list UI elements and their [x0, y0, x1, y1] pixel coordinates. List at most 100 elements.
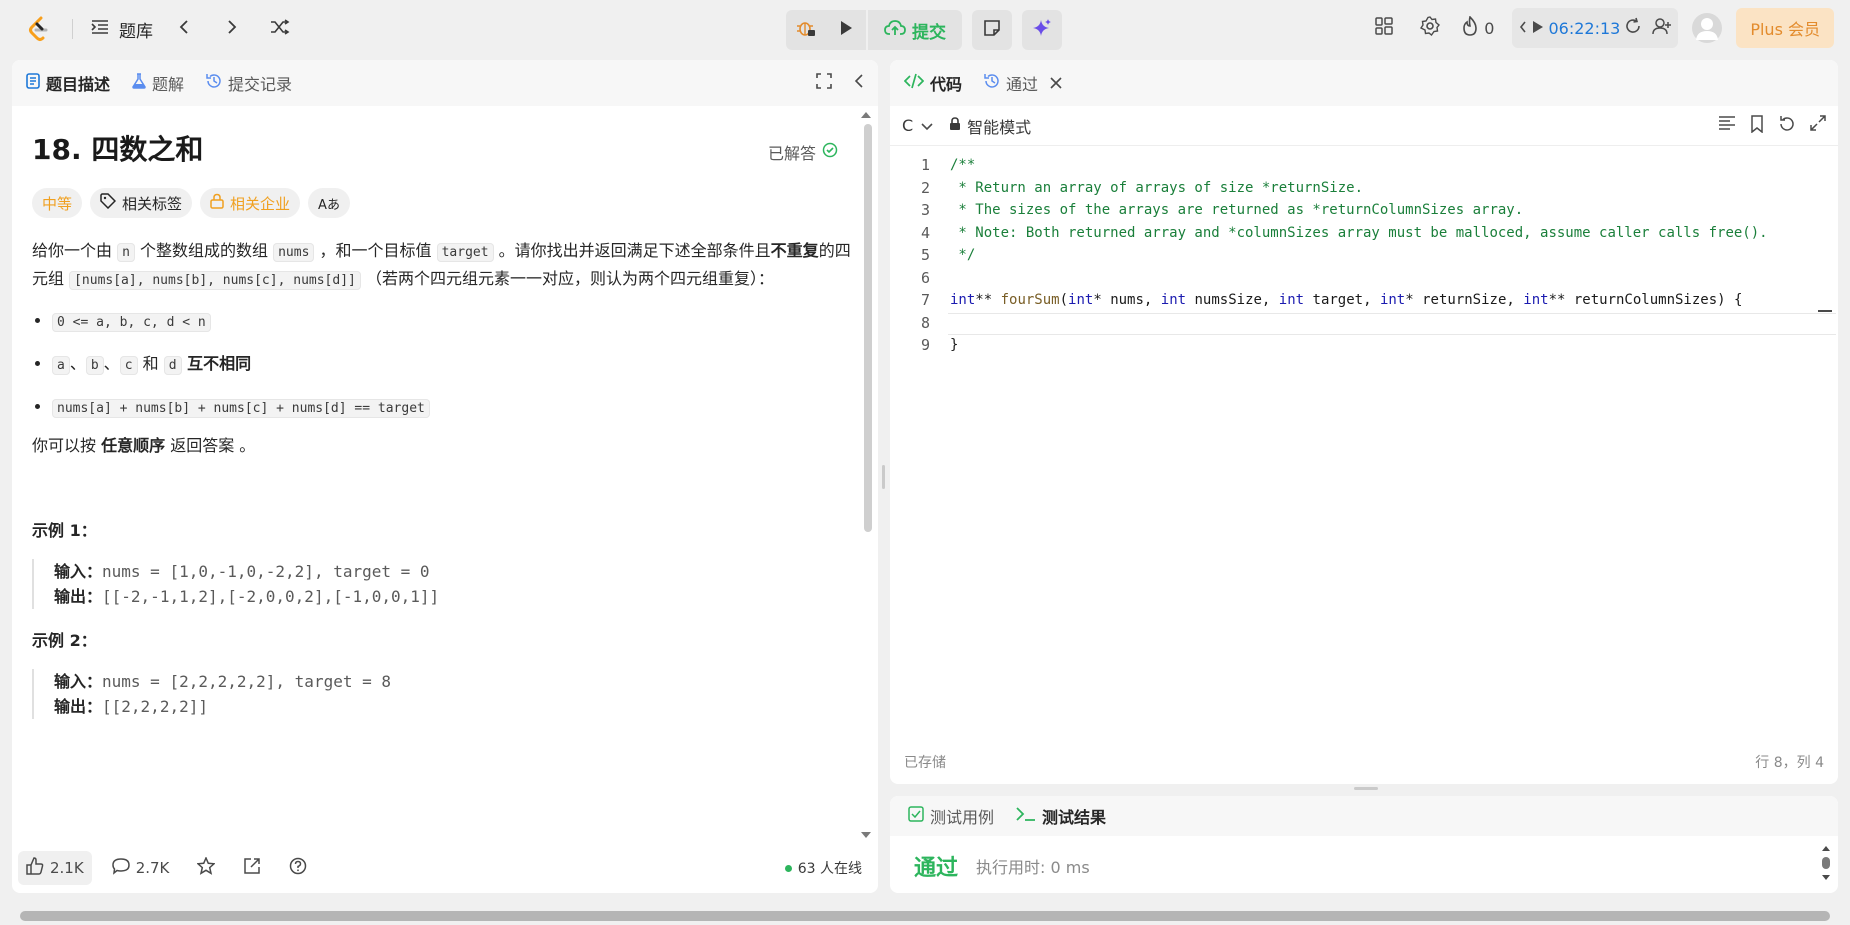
terminal-icon	[1016, 806, 1036, 826]
tab-test-results[interactable]: 测试结果	[1016, 804, 1106, 828]
notes-button[interactable]	[972, 10, 1012, 50]
related-tags-button[interactable]: 相关标签	[90, 188, 193, 218]
desc-text: （若两个四元组元素一一对应，则认为两个四元组重复）：	[360, 269, 774, 288]
prev-problem-button[interactable]	[167, 12, 201, 46]
cursor-position: 行 8，列 4	[1755, 755, 1824, 771]
code-token: * returnSize,	[1405, 292, 1524, 308]
translate-icon: Aあ	[318, 197, 340, 213]
desc-text: ，和一个目标值	[314, 241, 437, 260]
related-companies-button[interactable]: 相关企业	[200, 188, 301, 218]
inline-code: n	[117, 243, 135, 262]
ai-group	[1022, 10, 1062, 50]
code-line[interactable]: * Note: Both returned array and *columnS…	[950, 222, 1767, 245]
reset-code-icon[interactable]	[1778, 115, 1796, 137]
ai-assistant-button[interactable]	[1022, 10, 1062, 50]
random-problem-button[interactable]	[263, 12, 297, 46]
plus-membership-button[interactable]: Plus 会员	[1736, 8, 1834, 48]
smart-mode-label: 智能模式	[967, 117, 1032, 137]
inline-code: a	[52, 356, 70, 375]
example-output-row: 输出：[[-2,-1,1,2],[-2,0,0,2],[-1,0,0,1]]	[54, 584, 858, 609]
top-bar-center: 提交	[786, 10, 1062, 50]
results-scrollbar[interactable]	[1822, 846, 1830, 886]
scroll-down-arrow[interactable]	[1822, 875, 1830, 880]
streak-button[interactable]: 0	[1456, 8, 1500, 48]
description-scrollbar[interactable]	[864, 124, 872, 532]
next-problem-button[interactable]	[215, 12, 249, 46]
example-output-row: 输出：[[2,2,2,2]]	[54, 694, 858, 719]
fullscreen-icon[interactable]	[816, 73, 832, 93]
collapse-panel-icon[interactable]	[854, 73, 864, 93]
chevron-left-icon	[178, 19, 190, 39]
add-friend-icon[interactable]	[1652, 17, 1672, 39]
tab-accepted[interactable]: 通过	[984, 71, 1062, 95]
translate-toggle-button[interactable]: Aあ	[308, 188, 350, 218]
expand-icon[interactable]	[1810, 114, 1826, 137]
chevron-right-icon	[226, 19, 238, 39]
share-button[interactable]	[235, 851, 269, 885]
example-input-row: 输入：nums = [1,0,-1,0,-2,2], target = 0	[54, 559, 858, 584]
share-icon	[243, 857, 261, 879]
tab-solutions[interactable]: 题解	[132, 71, 184, 95]
run-button[interactable]	[826, 10, 866, 50]
tab-submissions[interactable]: 提交记录	[206, 71, 292, 95]
horizontal-scrollbar[interactable]	[20, 911, 1830, 921]
code-line[interactable]	[950, 267, 1768, 290]
line-number: 8	[920, 313, 930, 332]
settings-button[interactable]	[1410, 8, 1450, 48]
submit-button[interactable]: 提交	[866, 10, 962, 50]
vertical-splitter[interactable]	[882, 465, 885, 489]
problem-title[interactable]: 18. 四数之和	[32, 128, 858, 168]
minimap-marker	[1818, 310, 1832, 312]
problem-list-button[interactable]: 题库	[91, 12, 153, 46]
help-button[interactable]	[281, 851, 315, 885]
tab-code[interactable]: 代码	[903, 71, 962, 95]
code-line[interactable]: */	[950, 244, 1768, 267]
smart-mode-toggle[interactable]: 智能模式	[949, 114, 1031, 138]
tag-icon	[100, 193, 117, 213]
layout-grid-icon	[1375, 17, 1394, 39]
avatar[interactable]	[1692, 13, 1723, 43]
notes-group	[972, 10, 1012, 50]
code-line[interactable]	[950, 312, 1768, 335]
code-line[interactable]: }	[950, 334, 1768, 357]
code-line[interactable]: int** fourSum(int* nums, int numsSize, i…	[950, 289, 1768, 312]
code-token: int	[950, 292, 976, 308]
scroll-down-arrow[interactable]	[861, 832, 871, 838]
divider	[72, 19, 73, 39]
close-icon[interactable]	[1050, 74, 1062, 93]
star-icon	[196, 856, 217, 879]
desc-text: 。请你找出并返回满足下述全部条件且	[493, 241, 771, 260]
test-panel-tabs: 测试用例 测试结果	[890, 796, 1838, 836]
language-select[interactable]: C	[902, 116, 933, 135]
scroll-up-arrow[interactable]	[1822, 846, 1830, 851]
timer-collapse-button[interactable]	[1518, 19, 1528, 38]
tab-description[interactable]: 题目描述	[26, 71, 110, 95]
favorite-button[interactable]	[189, 851, 223, 885]
tab-testcases[interactable]: 测试用例	[908, 804, 994, 828]
shuffle-icon	[270, 19, 290, 39]
timer-reset-icon[interactable]	[1624, 17, 1642, 39]
timer-pause-icon[interactable]	[1532, 19, 1544, 38]
leetcode-logo-icon[interactable]	[24, 12, 54, 46]
scroll-thumb[interactable]	[1822, 857, 1830, 869]
debug-button[interactable]	[786, 10, 826, 50]
flame-icon	[1462, 15, 1478, 40]
timer-group: 06:22:13	[1512, 8, 1679, 48]
timer-display[interactable]: 06:22:13	[1548, 19, 1620, 38]
cloud-upload-icon	[884, 19, 906, 42]
like-button[interactable]: 2.1K	[18, 851, 92, 885]
scroll-up-arrow[interactable]	[861, 112, 871, 118]
code-line[interactable]: /**	[950, 154, 1768, 177]
layout-button[interactable]	[1364, 8, 1404, 48]
checkbox-icon	[908, 806, 924, 826]
code-line[interactable]: * The sizes of the arrays are returned a…	[950, 199, 1768, 222]
code-icon	[903, 73, 925, 93]
desc-text: 返回答案 。	[165, 436, 256, 455]
horizontal-splitter[interactable]	[1354, 787, 1378, 790]
code-line[interactable]: * Return an array of arrays of size *ret…	[950, 177, 1768, 200]
tab-test-results-label: 测试结果	[1042, 808, 1107, 827]
format-code-icon[interactable]	[1718, 115, 1736, 137]
bookmark-icon[interactable]	[1750, 114, 1764, 137]
comments-button[interactable]: 2.7K	[104, 851, 178, 885]
code-lines[interactable]: /** * Return an array of arrays of size …	[950, 154, 1768, 357]
